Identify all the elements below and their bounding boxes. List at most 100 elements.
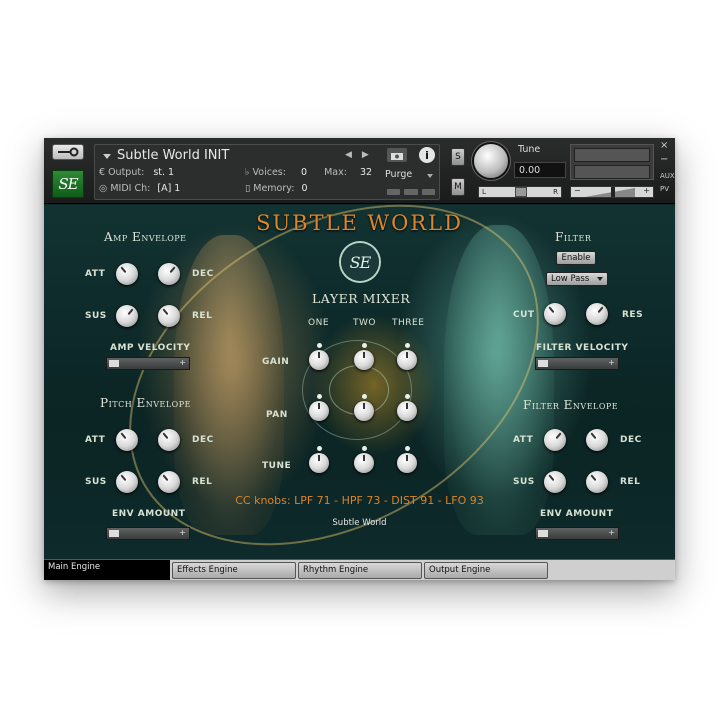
pan-one-knob[interactable] (309, 401, 329, 421)
plus-icon[interactable]: + (643, 186, 650, 195)
amp-rel-knob[interactable] (158, 305, 180, 327)
volume-slider[interactable]: − + (570, 186, 654, 198)
minus-icon[interactable]: − (574, 186, 581, 195)
tab-main-engine[interactable]: Main Engine (44, 560, 170, 580)
max-value[interactable]: 32 (360, 167, 372, 178)
filter-sus-knob[interactable] (544, 471, 566, 493)
filter-dec-knob[interactable] (586, 429, 608, 451)
voices-row: ♭ Voices: 0 Max: 32 (245, 167, 372, 178)
output-row[interactable]: € Output: st. 1 (99, 167, 174, 178)
solo-button[interactable]: S (451, 148, 465, 166)
indicator-dot (362, 446, 367, 451)
pitch-att-label: ATT (85, 435, 106, 445)
tune-two-knob[interactable] (354, 453, 374, 473)
pan-three-knob[interactable] (397, 401, 417, 421)
amp-sus-knob[interactable] (116, 305, 138, 327)
gain-two-knob[interactable] (354, 350, 374, 370)
se-logo-icon: SE (52, 170, 84, 198)
pan-left-label: L (482, 188, 486, 196)
amp-dec-label: DEC (192, 269, 214, 279)
tune-knob[interactable] (474, 144, 508, 178)
mixer-col-three: THREE (392, 318, 425, 328)
gain-three-knob[interactable] (397, 350, 417, 370)
mixer-col-two: TWO (353, 318, 376, 328)
memory-value: 0 (301, 183, 308, 194)
volume-handle-icon[interactable] (611, 187, 615, 197)
close-icon[interactable]: × (660, 140, 668, 151)
amp-rel-label: REL (192, 311, 213, 321)
filter-res-label: RES (622, 310, 644, 320)
amp-velocity-slider[interactable]: + (106, 357, 190, 370)
voices-value: 0 (300, 167, 308, 178)
purge-label: Purge (385, 169, 413, 180)
filter-cut-label: CUT (513, 310, 535, 320)
filter-enable-button[interactable]: Enable (556, 251, 596, 265)
tune-value[interactable]: 0.00 (514, 162, 566, 178)
pitch-env-amount-slider[interactable]: + (106, 527, 190, 540)
tune-three-knob[interactable] (397, 453, 417, 473)
tune-one-knob[interactable] (309, 453, 329, 473)
output-value[interactable]: st. 1 (153, 167, 174, 178)
pitch-rel-label: REL (192, 477, 213, 487)
instrument-name[interactable]: Subtle World INIT (117, 148, 229, 163)
amp-att-knob[interactable] (116, 263, 138, 285)
instrument-header: SE Subtle World INIT ◀▶ i € Output: st. … (44, 138, 675, 204)
tab-effects-engine[interactable]: Effects Engine (172, 562, 296, 579)
filter-sus-label: SUS (513, 477, 535, 487)
pan-slider[interactable]: L R (478, 186, 562, 198)
mute-button[interactable]: M (451, 178, 465, 196)
instrument-subtitle: Subtle World (332, 518, 387, 528)
engine-tab-bar: Main Engine Effects Engine Rhythm Engine… (44, 559, 675, 580)
filter-env-amount-slider[interactable]: + (535, 527, 619, 540)
filter-rel-knob[interactable] (586, 471, 608, 493)
collapse-arrow-icon[interactable] (103, 154, 111, 159)
pitch-rel-knob[interactable] (158, 471, 180, 493)
indicator-dot (317, 394, 322, 399)
filter-cut-knob[interactable] (544, 303, 566, 325)
indicator-dot (317, 343, 322, 348)
layer-mixer-title: LAYER MIXER (312, 291, 411, 306)
aux-label[interactable]: AUX (660, 172, 675, 180)
gain-one-knob[interactable] (309, 350, 329, 370)
memory-icon: ▯ (245, 183, 251, 194)
pitch-sus-knob[interactable] (116, 471, 138, 493)
cc-knobs-text: CC knobs: LPF 71 - HPF 73 - DIST 91 - LF… (235, 494, 484, 507)
tab-output-engine[interactable]: Output Engine (424, 562, 548, 579)
minimize-icon[interactable]: − (660, 154, 668, 165)
pitch-att-knob[interactable] (116, 429, 138, 451)
tune-label: Tune (518, 144, 541, 155)
pitch-dec-knob[interactable] (158, 429, 180, 451)
indicator-dot (362, 394, 367, 399)
amp-envelope-title: Amp Envelope (104, 230, 187, 244)
pan-two-knob[interactable] (354, 401, 374, 421)
camera-icon[interactable] (387, 148, 407, 162)
filter-title: Filter (555, 230, 592, 244)
midi-value[interactable]: [A] 1 (157, 183, 180, 194)
output-label: Output: (108, 167, 145, 178)
amp-sus-label: SUS (85, 311, 107, 321)
midi-row[interactable]: ◎ MIDI Ch: [A] 1 (99, 183, 180, 194)
instrument-info-box: Subtle World INIT ◀▶ i € Output: st. 1 ◎… (94, 144, 440, 200)
wrench-icon[interactable] (52, 144, 84, 160)
mixer-row-tune: TUNE (262, 461, 292, 471)
filter-type-dropdown[interactable]: Low Pass (546, 272, 608, 286)
prev-next-arrows-icon[interactable]: ◀▶ (345, 150, 379, 160)
filter-att-knob[interactable] (544, 429, 566, 451)
voices-icon: ♭ (245, 167, 250, 178)
pan-handle-icon[interactable] (515, 187, 527, 197)
amp-velocity-label: AMP VELOCITY (110, 343, 191, 353)
info-icon[interactable]: i (419, 147, 435, 163)
mixer-row-pan: PAN (266, 410, 288, 420)
filter-envelope-title: Filter Envelope (523, 398, 619, 412)
amp-dec-knob[interactable] (158, 263, 180, 285)
volume-ramp-icon (585, 188, 635, 197)
chevron-down-icon (427, 174, 433, 178)
filter-velocity-slider[interactable]: + (535, 357, 619, 370)
filter-dec-label: DEC (620, 435, 642, 445)
midi-label: MIDI Ch: (110, 183, 151, 194)
output-icon: € (99, 167, 106, 178)
filter-res-knob[interactable] (586, 303, 608, 325)
pv-label[interactable]: PV (660, 185, 669, 193)
purge-dropdown[interactable]: Purge (385, 169, 435, 183)
tab-rhythm-engine[interactable]: Rhythm Engine (298, 562, 422, 579)
